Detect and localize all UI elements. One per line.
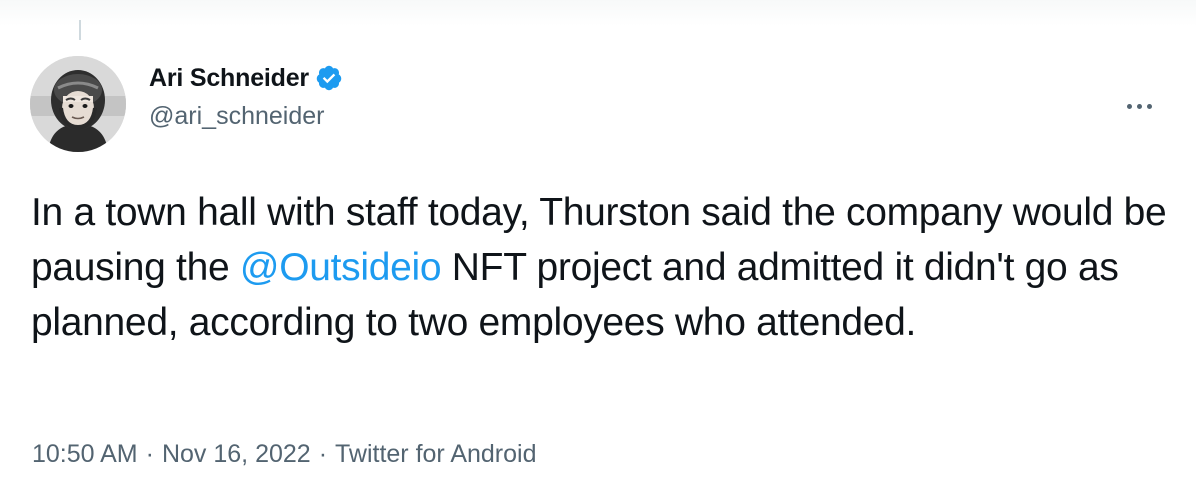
tweet-meta: 10:50 AM · Nov 16, 2022 · Twitter for Androi… [32, 440, 537, 469]
author-display-name[interactable]: Ari Schneider [149, 64, 309, 93]
tweet-date[interactable]: Nov 16, 2022 [162, 440, 311, 468]
author-handle[interactable]: @ari_schneider [149, 102, 324, 131]
tweet-time[interactable]: 10:50 AM [32, 440, 138, 468]
author-name-row[interactable]: Ari Schneider [149, 62, 343, 94]
mention-link[interactable]: @Outsideio [240, 246, 442, 289]
top-fade [0, 0, 1196, 26]
tweet-text: In a town hall with staff today, Thursto… [31, 185, 1171, 350]
verified-badge-icon [315, 64, 343, 92]
avatar[interactable] [30, 56, 126, 152]
tweet-source[interactable]: Twitter for Android [335, 440, 536, 468]
more-options-button[interactable] [1116, 90, 1162, 122]
thread-connector-line [79, 20, 81, 40]
avatar-photo [30, 56, 126, 152]
more-options-icon [1126, 103, 1152, 109]
meta-separator: · [318, 440, 328, 468]
meta-separator: · [145, 440, 154, 468]
